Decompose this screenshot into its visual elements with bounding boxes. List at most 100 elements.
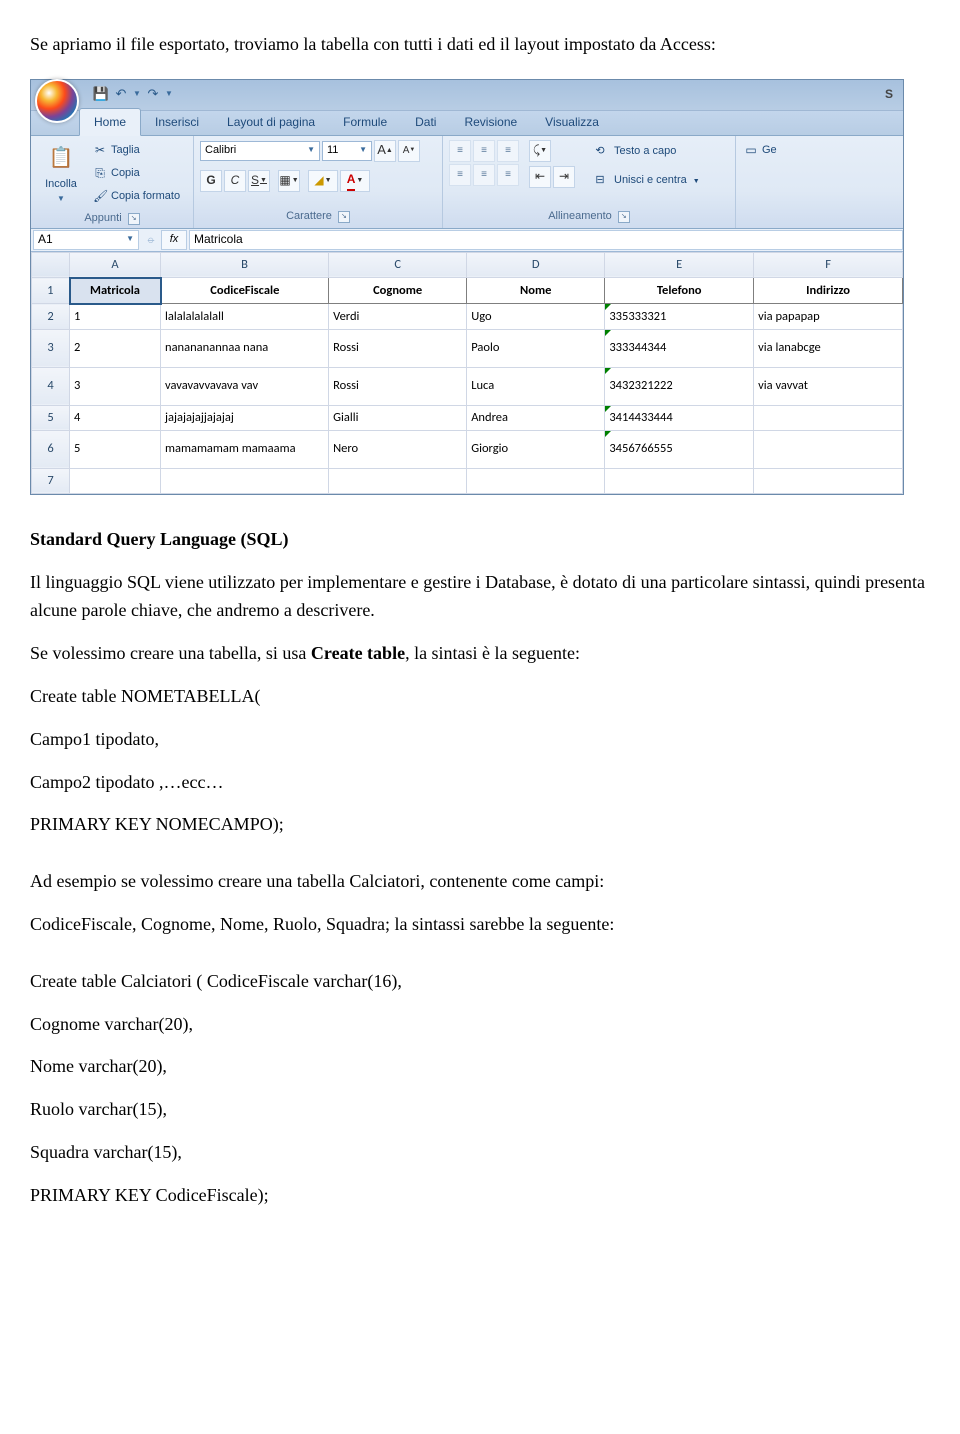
col-header-e[interactable]: E (605, 252, 754, 278)
row-header-5[interactable]: 5 (32, 405, 70, 430)
tab-data[interactable]: Dati (401, 109, 450, 135)
cell[interactable]: CodiceFiscale (161, 278, 329, 304)
row-header-7[interactable]: 7 (32, 468, 70, 493)
wrap-text-button[interactable]: ⟲Testo a capo (585, 140, 705, 164)
border-button[interactable]: ▦▼ (278, 170, 300, 192)
merge-center-button[interactable]: ⊟Unisci e centra▼ (585, 169, 705, 193)
col-header-c[interactable]: C (329, 252, 467, 278)
cell[interactable] (467, 468, 605, 493)
cell[interactable]: mamamamam mamaama (161, 430, 329, 468)
tab-view[interactable]: Visualizza (531, 109, 613, 135)
cell[interactable]: 1 (70, 304, 161, 330)
cell[interactable]: Indirizzo (754, 278, 903, 304)
row-header-4[interactable]: 4 (32, 367, 70, 405)
cell[interactable]: 333344344 (605, 329, 754, 367)
cell[interactable] (161, 468, 329, 493)
bold-button[interactable]: G (200, 170, 222, 192)
grow-font-button[interactable]: A▲ (374, 140, 396, 162)
italic-button[interactable]: C (224, 170, 246, 192)
cell[interactable]: 3414433444 (605, 405, 754, 430)
fx-button[interactable]: fx (161, 230, 187, 250)
row-header-6[interactable]: 6 (32, 430, 70, 468)
col-header-b[interactable]: B (161, 252, 329, 278)
row-header-3[interactable]: 3 (32, 329, 70, 367)
format-painter-button[interactable]: 🖌Copia formato (91, 186, 182, 207)
cell[interactable]: Cognome (329, 278, 467, 304)
cell[interactable]: 3432321222 (605, 367, 754, 405)
col-header-d[interactable]: D (467, 252, 605, 278)
cell[interactable]: Ugo (467, 304, 605, 330)
cell[interactable]: Gialli (329, 405, 467, 430)
align-middle-button[interactable]: ≡ (473, 140, 495, 162)
increase-indent-button[interactable]: ⇥ (553, 166, 575, 188)
cell[interactable] (70, 468, 161, 493)
cell[interactable] (605, 468, 754, 493)
cell[interactable]: via vavvat (754, 367, 903, 405)
cell[interactable] (754, 430, 903, 468)
qat-customize-icon[interactable]: ▼ (165, 88, 173, 101)
align-top-button[interactable]: ≡ (449, 140, 471, 162)
col-header-f[interactable]: F (754, 252, 903, 278)
office-button[interactable] (35, 79, 79, 123)
font-dialog-launcher[interactable]: ↘ (338, 211, 350, 223)
cell[interactable]: via lanabcge (754, 329, 903, 367)
cell[interactable]: Luca (467, 367, 605, 405)
row-header-2[interactable]: 2 (32, 304, 70, 330)
cell[interactable]: vavavavvavava vav (161, 367, 329, 405)
cell[interactable]: 3 (70, 367, 161, 405)
cell[interactable]: Rossi (329, 329, 467, 367)
fill-color-button[interactable]: ◢▼ (308, 170, 338, 192)
paste-dropdown-icon[interactable]: ▼ (57, 193, 65, 206)
shrink-font-button[interactable]: A▼ (398, 140, 420, 162)
tab-layout[interactable]: Layout di pagina (213, 109, 329, 135)
cell[interactable]: jajajajajjajajaj (161, 405, 329, 430)
cell[interactable]: 4 (70, 405, 161, 430)
cell[interactable] (754, 405, 903, 430)
cell[interactable]: Paolo (467, 329, 605, 367)
cell[interactable] (754, 468, 903, 493)
paste-button[interactable]: 📋 Incolla ▼ (37, 140, 85, 208)
cell[interactable] (329, 468, 467, 493)
cell[interactable]: Nero (329, 430, 467, 468)
cell[interactable]: Matricola (70, 278, 161, 304)
cell[interactable]: 3456766555 (605, 430, 754, 468)
align-left-button[interactable]: ≡ (449, 164, 471, 186)
align-bottom-button[interactable]: ≡ (497, 140, 519, 162)
cell[interactable]: nanananannaa nana (161, 329, 329, 367)
formula-input[interactable]: Matricola (189, 230, 903, 250)
clipboard-dialog-launcher[interactable]: ↘ (128, 213, 140, 225)
underline-button[interactable]: S▼ (248, 170, 270, 192)
font-name-combo[interactable]: Calibri▼ (200, 141, 320, 161)
cell[interactable]: via papapap (754, 304, 903, 330)
cut-button[interactable]: ✂Taglia (91, 140, 182, 161)
font-color-button[interactable]: A▼ (340, 170, 370, 192)
redo-icon[interactable]: ↷ (145, 87, 161, 103)
cell[interactable]: Telefono (605, 278, 754, 304)
orientation-button[interactable]: ⤹▼ (529, 140, 551, 162)
tab-home[interactable]: Home (79, 108, 141, 136)
tab-review[interactable]: Revisione (450, 109, 531, 135)
cell[interactable]: Giorgio (467, 430, 605, 468)
cell[interactable]: Andrea (467, 405, 605, 430)
col-header-a[interactable]: A (70, 252, 161, 278)
tab-formulas[interactable]: Formule (329, 109, 401, 135)
cell[interactable]: 2 (70, 329, 161, 367)
cell[interactable]: lalalalalalall (161, 304, 329, 330)
decrease-indent-button[interactable]: ⇤ (529, 166, 551, 188)
align-center-button[interactable]: ≡ (473, 164, 495, 186)
cell[interactable]: 335333321 (605, 304, 754, 330)
select-all-corner[interactable] (32, 252, 70, 278)
name-box[interactable]: A1▼ (33, 230, 139, 250)
save-icon[interactable]: 💾 (93, 87, 109, 103)
font-size-combo[interactable]: 11▼ (322, 141, 372, 161)
cell[interactable]: Rossi (329, 367, 467, 405)
alignment-dialog-launcher[interactable]: ↘ (618, 211, 630, 223)
cell[interactable]: Nome (467, 278, 605, 304)
worksheet-grid[interactable]: A B C D E F 1 Matricola CodiceFiscale Co… (31, 252, 903, 494)
cell[interactable]: 5 (70, 430, 161, 468)
copy-button[interactable]: ⎘Copia (91, 163, 182, 184)
cutoff-item[interactable]: ▭Ge (742, 140, 779, 161)
undo-dropdown-icon[interactable]: ▼ (133, 88, 141, 101)
align-right-button[interactable]: ≡ (497, 164, 519, 186)
undo-icon[interactable]: ↶ (113, 87, 129, 103)
